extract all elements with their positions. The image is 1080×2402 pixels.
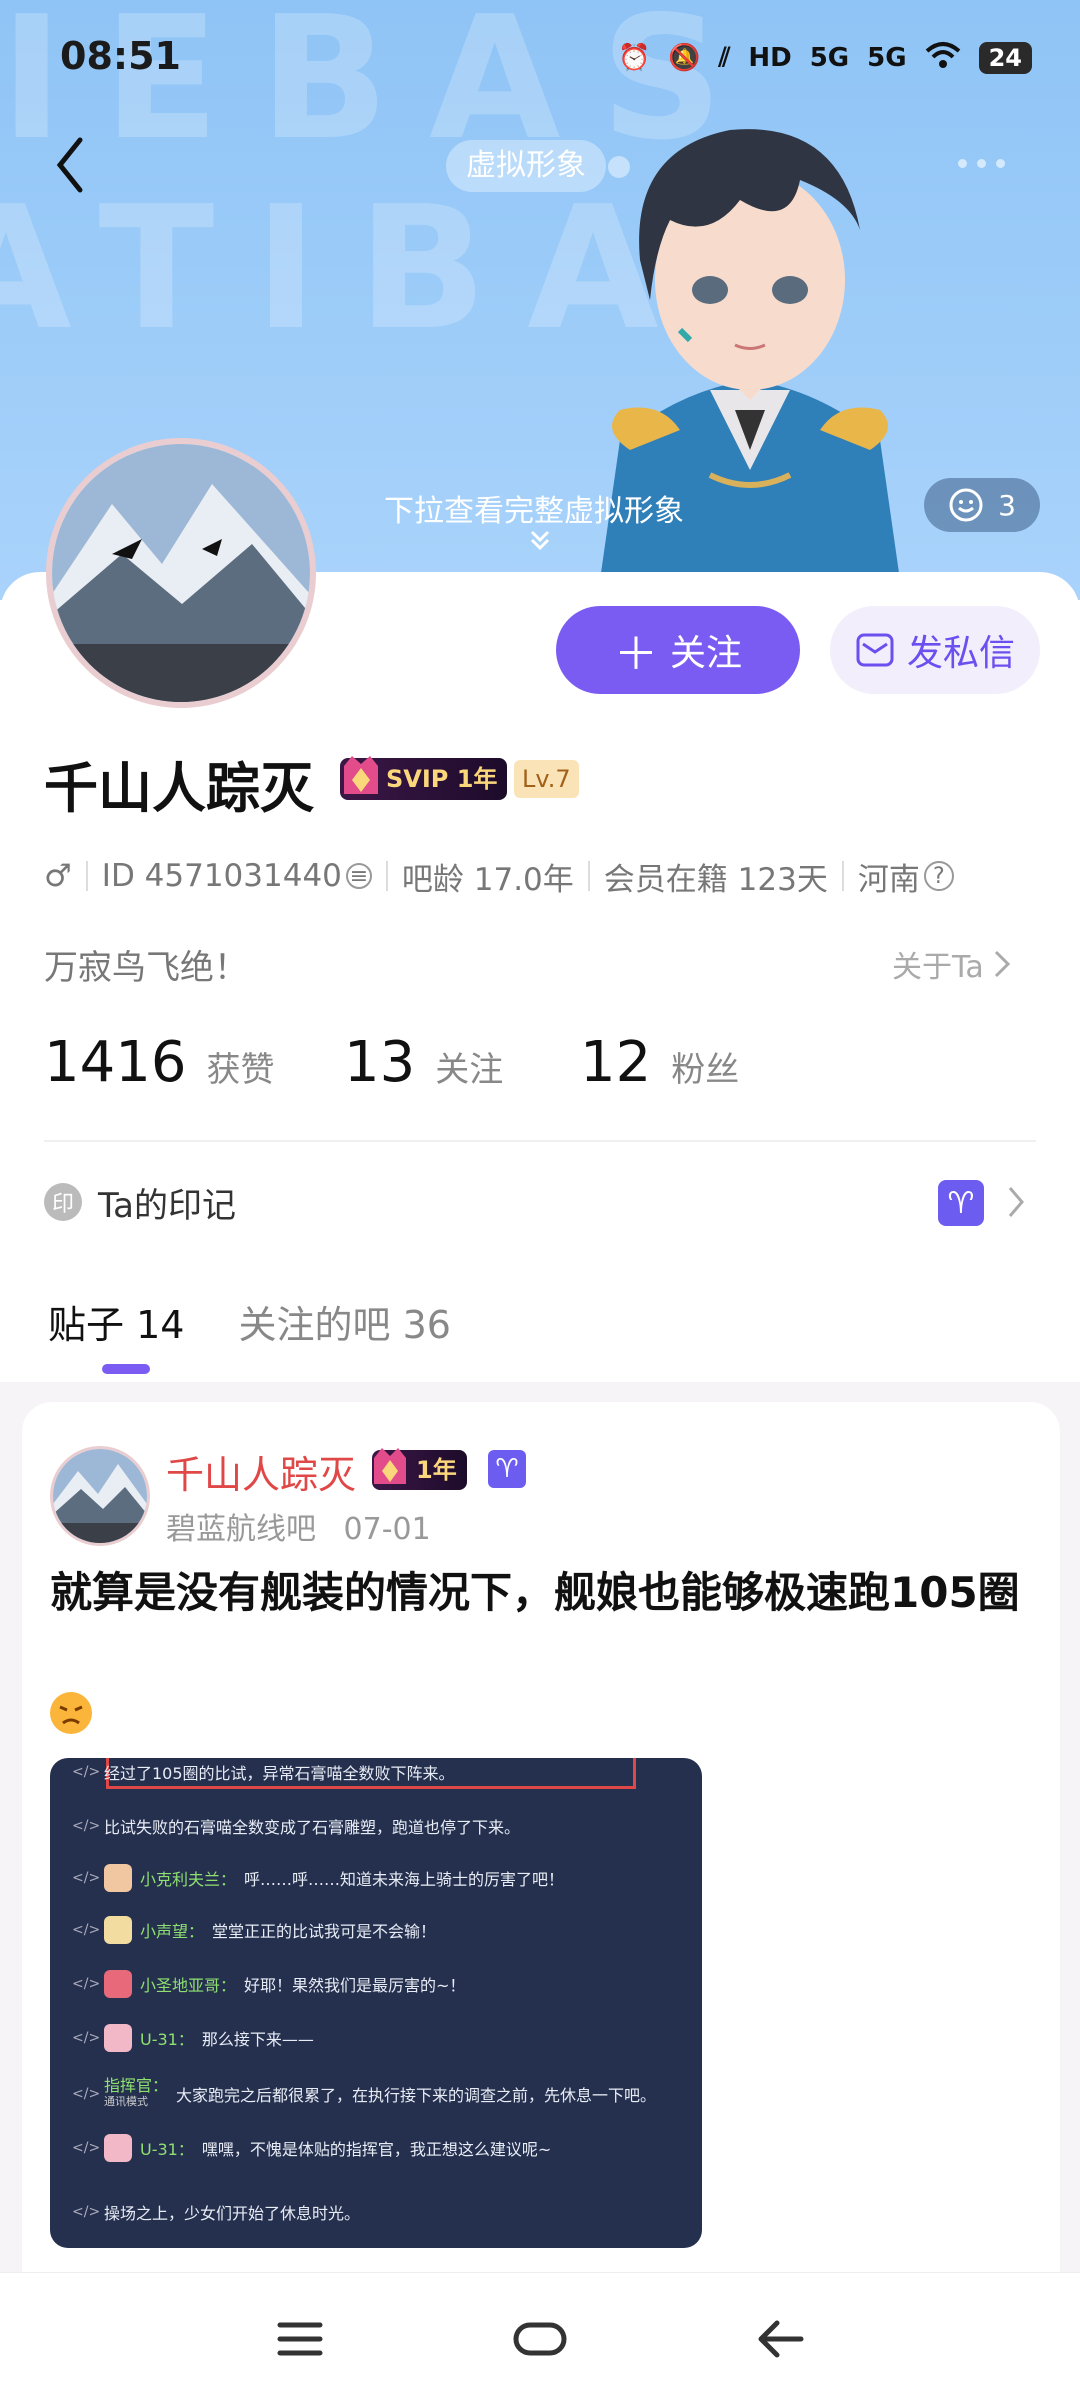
- home-button[interactable]: [510, 2309, 570, 2369]
- like-count: 3: [998, 488, 1016, 522]
- back-nav-button[interactable]: [750, 2309, 810, 2369]
- plus-icon: ＋: [613, 629, 658, 680]
- stat-fans-value: 12: [580, 1030, 652, 1095]
- image-line: </> 经过了105圈的比试，异常石膏喵全数败下阵来。: [72, 1764, 455, 1783]
- chevron-down-icon: [530, 530, 550, 551]
- image-line: </> U-31： 嘿嘿，不愧是体贴的指挥官，我正想这么建议呢~: [72, 2134, 551, 2162]
- alarm-icon: ⏰: [618, 43, 651, 73]
- chevron-right-icon: [994, 950, 1010, 978]
- follow-button[interactable]: ＋ 关注: [556, 606, 800, 694]
- post-image[interactable]: </> 经过了105圈的比试，异常石膏喵全数败下阵来。 </> 比试失败的石膏喵全数…: [50, 1758, 702, 2248]
- profile-info-row: ♂ ID 4571031440 ≡ 吧龄 17.0年 会员在籍 123天 河南 …: [44, 856, 954, 898]
- wifi-icon: [925, 41, 961, 76]
- signal-5g-icon: 5G: [809, 43, 850, 73]
- bar-age: 吧龄 17.0年: [401, 861, 574, 898]
- image-line: </> 指挥官： 通讯模式 大家跑完之后都很累了，在执行接下来的调查之前，先休息…: [72, 2076, 657, 2109]
- marks-icon: 印: [44, 1183, 82, 1221]
- back-button[interactable]: [48, 130, 108, 200]
- tab-bars-count: 36: [402, 1303, 451, 1347]
- envelope-icon: [856, 633, 894, 667]
- nfc-icon: ⫽: [718, 42, 731, 73]
- about-link[interactable]: 关于Ta: [892, 942, 1012, 986]
- image-line: </> 小声望： 堂堂正正的比试我可是不会输！: [72, 1916, 436, 1944]
- aries-icon: ♈: [488, 1450, 526, 1488]
- crown-gem-icon: [344, 756, 378, 794]
- menu-icon: [277, 2322, 323, 2356]
- chip-dot: [608, 156, 630, 178]
- character-avatar: [104, 1970, 132, 1998]
- tab-followed-bars[interactable]: 关注的吧 36: [238, 1294, 450, 1349]
- more-options-button[interactable]: [958, 148, 1018, 178]
- post-author-name[interactable]: 千山人踪灭: [166, 1444, 356, 1499]
- status-time: 08:51: [60, 34, 181, 78]
- avatar-image: [53, 1449, 147, 1543]
- about-label: 关于Ta: [892, 950, 984, 985]
- tab-indicator: [102, 1364, 150, 1374]
- location: 河南: [857, 861, 920, 898]
- post-author-avatar[interactable]: [50, 1446, 150, 1546]
- copy-icon[interactable]: ≡: [345, 863, 372, 889]
- help-icon[interactable]: ?: [923, 861, 954, 891]
- follow-label: 关注: [669, 633, 742, 674]
- character-avatar: [104, 2134, 132, 2162]
- image-line: </> 小圣地亚哥： 好耶！果然我们是最厉害的~！: [72, 1970, 465, 1998]
- crown-gem-icon: [374, 1448, 406, 1484]
- image-line: </> 操场之上，少女们开始了休息时光。: [72, 2204, 361, 2223]
- post-bar-name[interactable]: 碧蓝航线吧: [166, 1512, 316, 1547]
- stat-fans[interactable]: 12 粉丝: [580, 1030, 739, 1095]
- image-line: </> U-31： 那么接下来——: [72, 2024, 314, 2052]
- avatar-image: [52, 444, 310, 702]
- battery-indicator: 24: [978, 42, 1032, 74]
- stat-fans-label: 粉丝: [671, 1050, 740, 1090]
- avatar[interactable]: [46, 438, 316, 708]
- hd-icon: HD: [748, 43, 792, 73]
- smile-icon: [949, 488, 983, 522]
- stat-following-value: 13: [344, 1030, 416, 1095]
- tab-posts-label: 贴子: [48, 1303, 125, 1347]
- stat-likes-label: 获赞: [206, 1050, 275, 1090]
- system-nav-bar: [0, 2272, 1080, 2401]
- post-title[interactable]: 就算是没有舰装的情况下，舰娘也能够极速跑105圈: [50, 1560, 1030, 1626]
- post-meta: 碧蓝航线吧 07-01: [166, 1504, 431, 1548]
- post-date: 07-01: [343, 1512, 431, 1547]
- angry-face-emoji-icon: [50, 1692, 92, 1734]
- avatar-like-button[interactable]: 3: [924, 478, 1040, 532]
- stat-following[interactable]: 13 关注: [344, 1030, 580, 1095]
- signature: 万寂鸟飞绝！: [44, 948, 248, 988]
- pull-down-hint: 下拉查看完整虚拟形象: [384, 494, 684, 529]
- mute-icon: 🔕: [668, 43, 701, 73]
- user-id[interactable]: ID 4571031440: [102, 858, 342, 894]
- stat-likes-value: 1416: [44, 1030, 187, 1095]
- tab-bars-label: 关注的吧: [238, 1303, 391, 1347]
- aries-icon: ♈: [938, 1180, 984, 1226]
- signal-5g-icon-2: 5G: [867, 43, 907, 73]
- back-arrow-icon: [758, 2320, 804, 2358]
- menu-button[interactable]: [270, 2309, 330, 2369]
- private-message-button[interactable]: 发私信: [830, 606, 1040, 694]
- status-icons: ⏰ 🔕 ⫽ HD 5G 5G 24: [618, 38, 1032, 78]
- character-avatar: [104, 1916, 132, 1944]
- marks-row[interactable]: 印 Ta的印记 ♈: [44, 1172, 1036, 1232]
- tab-posts-count: 14: [136, 1303, 185, 1347]
- message-label: 发私信: [906, 633, 1015, 674]
- back-arrow-icon: [56, 137, 83, 193]
- male-icon: ♂: [44, 858, 72, 894]
- stat-likes[interactable]: 1416 获赞: [44, 1030, 344, 1095]
- character-avatar: [104, 2024, 132, 2052]
- character-avatar: [104, 1864, 132, 1892]
- home-icon: [513, 2322, 567, 2356]
- chevron-right-icon: [1008, 1187, 1024, 1217]
- virtual-avatar-chip[interactable]: 虚拟形象: [446, 140, 606, 192]
- profile-tabs: 贴子 14 关注的吧 36: [48, 1294, 451, 1349]
- image-line: </> 比试失败的石膏喵全数变成了石膏雕塑，跑道也停了下来。: [72, 1818, 521, 1837]
- image-line: </> 小克利夫兰： 呼……呼……知道未来海上骑士的厉害了吧！: [72, 1864, 564, 1892]
- username: 千山人踪灭: [44, 757, 314, 820]
- tab-posts[interactable]: 贴子 14: [48, 1294, 184, 1349]
- member-days: 会员在籍 123天: [603, 861, 828, 898]
- stat-following-label: 关注: [435, 1050, 504, 1090]
- stats-row: 1416 获赞 13 关注 12 粉丝: [44, 1030, 739, 1095]
- divider: [44, 1140, 1036, 1142]
- marks-label: Ta的印记: [98, 1185, 236, 1226]
- level-badge[interactable]: Lv.7: [514, 760, 579, 798]
